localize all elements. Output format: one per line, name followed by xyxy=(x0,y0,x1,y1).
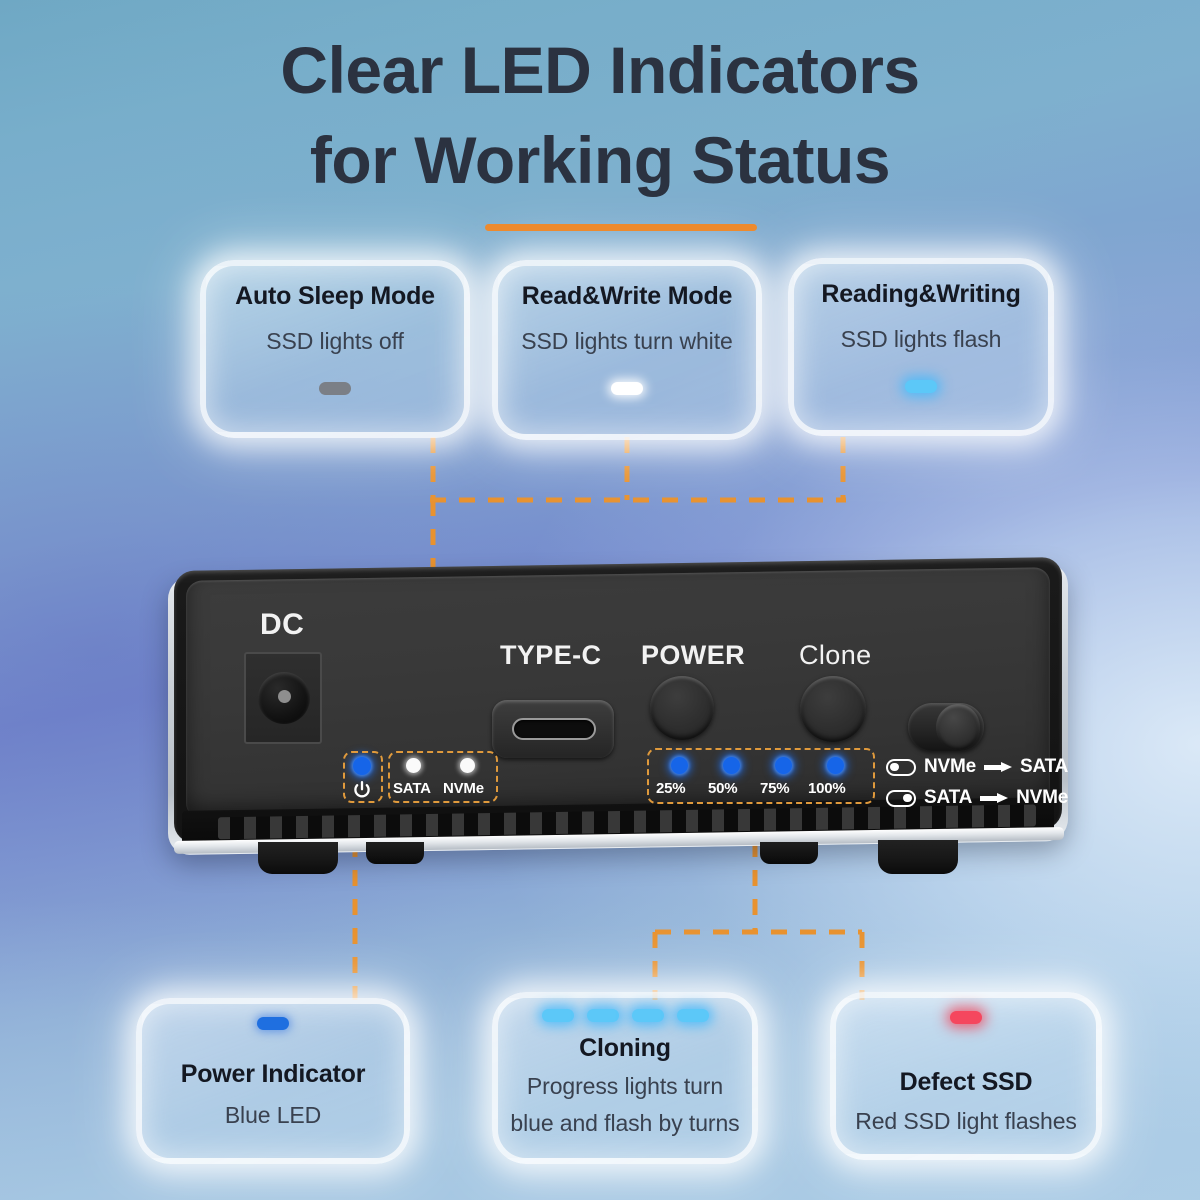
card-read-write-mode: Read&Write Mode SSD lights turn white xyxy=(492,260,762,440)
cyan-pill-icon xyxy=(905,380,937,393)
sata-nvme-led-highlight-box xyxy=(388,751,498,803)
cyan-pill-icon-1 xyxy=(541,1009,574,1022)
dc-jack-pin xyxy=(278,690,291,703)
card-cloning-subtitle-line-1: Progress lights turn xyxy=(526,1073,724,1099)
device-foot-right xyxy=(878,840,958,874)
card-reading-writing-title: Reading&Writing xyxy=(821,280,1021,308)
device-foot-right-inner xyxy=(760,842,818,864)
card-read-write-title: Read&Write Mode xyxy=(521,282,733,310)
red-pill-icon xyxy=(950,1011,982,1024)
card-cloning: Cloning Progress lights turn blue and fl… xyxy=(492,992,758,1164)
cyan-pill-icon-2 xyxy=(586,1009,619,1022)
card-defect-ssd-title: Defect SSD xyxy=(899,1068,1033,1096)
card-defect-ssd: Defect SSD Red SSD light flashes xyxy=(830,992,1102,1160)
clone-direction-legend-nvme-to-sata: NVMe SATA xyxy=(886,756,1068,778)
arrow-right-icon-2 xyxy=(980,792,1009,804)
card-auto-sleep-title: Auto Sleep Mode xyxy=(235,282,435,310)
card-power-indicator: Power Indicator Blue LED xyxy=(136,998,410,1164)
card-read-write-subtitle: SSD lights turn white xyxy=(521,328,733,354)
power-button[interactable] xyxy=(650,676,714,740)
grey-pill-icon xyxy=(319,382,351,395)
cyan-pill-icon-4 xyxy=(676,1009,709,1022)
clone-direction-switch-knob[interactable] xyxy=(936,704,980,750)
card-power-indicator-title: Power Indicator xyxy=(180,1060,366,1088)
clone-button-label: Clone xyxy=(799,640,872,670)
device-foot-left xyxy=(258,842,338,874)
clone-direction-to-1: SATA xyxy=(1020,756,1069,777)
clone-button[interactable] xyxy=(800,676,866,742)
blue-pill-icon xyxy=(257,1017,289,1030)
cloning-led-row xyxy=(541,1009,709,1022)
typec-label: TYPE-C xyxy=(500,640,602,670)
power-led-highlight-box xyxy=(343,751,383,803)
power-button-label: POWER xyxy=(641,640,746,670)
card-defect-ssd-subtitle: Red SSD light flashes xyxy=(855,1108,1077,1134)
card-reading-writing-subtitle: SSD lights flash xyxy=(840,326,1002,352)
arrow-right-icon xyxy=(984,761,1012,773)
card-auto-sleep-mode: Auto Sleep Mode SSD lights off xyxy=(200,260,470,438)
title-underline-accent xyxy=(485,224,757,231)
typec-port-opening[interactable] xyxy=(512,718,596,740)
clone-direction-to-2: NVMe xyxy=(1016,787,1069,808)
white-pill-icon xyxy=(611,382,643,395)
page-title-line-1: Clear LED Indicators xyxy=(280,33,920,107)
toggle-right-icon xyxy=(886,789,916,807)
progress-led-highlight-box xyxy=(647,748,875,804)
device-foot-center xyxy=(366,842,424,864)
cyan-pill-icon-3 xyxy=(631,1009,664,1022)
clone-direction-from-2: SATA xyxy=(924,787,973,808)
card-power-indicator-subtitle: Blue LED xyxy=(224,1102,322,1128)
page-title: Clear LED Indicators for Working Status xyxy=(0,26,1200,206)
page-title-line-2: for Working Status xyxy=(309,122,891,197)
toggle-left-icon xyxy=(886,758,916,776)
card-cloning-title: Cloning xyxy=(579,1034,671,1062)
dc-label: DC xyxy=(260,608,305,641)
card-reading-writing: Reading&Writing SSD lights flash xyxy=(788,258,1054,436)
clone-direction-from-1: NVMe xyxy=(924,756,976,777)
card-cloning-subtitle-line-2: blue and flash by turns xyxy=(510,1110,740,1136)
card-auto-sleep-subtitle: SSD lights off xyxy=(266,328,404,354)
clone-direction-legend-sata-to-nvme: SATA NVMe xyxy=(886,787,1068,809)
ssd-docking-station: DC TYPE-C POWER Clone SATA NVMe 25% 50% … xyxy=(160,548,1076,878)
